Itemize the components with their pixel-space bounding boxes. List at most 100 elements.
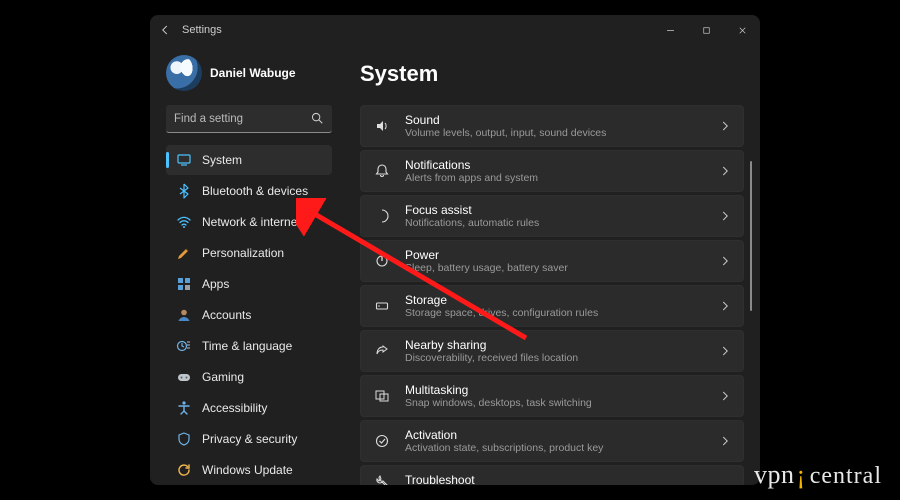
power-icon bbox=[373, 253, 391, 269]
multitask-icon bbox=[373, 388, 391, 404]
search-input[interactable] bbox=[166, 105, 332, 133]
troubleshoot-icon bbox=[373, 472, 391, 485]
notifications-icon bbox=[373, 163, 391, 179]
item-title: Notifications bbox=[405, 158, 538, 172]
chevron-right-icon bbox=[719, 300, 731, 312]
privacy-icon bbox=[176, 431, 192, 447]
item-title: Power bbox=[405, 248, 568, 262]
sound-icon bbox=[373, 118, 391, 134]
sidebar-item-personalization[interactable]: Personalization bbox=[166, 238, 332, 268]
item-desc: Volume levels, output, input, sound devi… bbox=[405, 127, 606, 140]
app-title: Settings bbox=[182, 24, 222, 36]
chevron-right-icon bbox=[719, 120, 731, 132]
share-icon bbox=[373, 343, 391, 359]
item-multitasking[interactable]: Multitasking Snap windows, desktops, tas… bbox=[360, 375, 744, 417]
sidebar-item-bluetooth[interactable]: Bluetooth & devices bbox=[166, 176, 332, 206]
item-title: Focus assist bbox=[405, 203, 539, 217]
search-icon bbox=[310, 111, 324, 125]
item-title: Storage bbox=[405, 293, 598, 307]
settings-list: Sound Volume levels, output, input, soun… bbox=[360, 105, 744, 485]
apps-icon bbox=[176, 276, 192, 292]
system-icon bbox=[176, 152, 192, 168]
sidebar-item-gaming[interactable]: Gaming bbox=[166, 362, 332, 392]
back-icon bbox=[159, 24, 171, 36]
sidebar-item-label: Gaming bbox=[202, 370, 244, 384]
sidebar-nav: System Bluetooth & devices Network & int… bbox=[166, 145, 332, 485]
item-activation[interactable]: Activation Activation state, subscriptio… bbox=[360, 420, 744, 462]
watermark: vpn¡central bbox=[754, 460, 882, 490]
chevron-right-icon bbox=[719, 435, 731, 447]
item-desc: Alerts from apps and system bbox=[405, 172, 538, 185]
item-desc: Notifications, automatic rules bbox=[405, 217, 539, 230]
item-desc: Activation state, subscriptions, product… bbox=[405, 442, 603, 455]
chevron-right-icon bbox=[719, 390, 731, 402]
maximize-button[interactable] bbox=[688, 15, 724, 45]
close-icon bbox=[737, 25, 748, 36]
watermark-part1: vpn bbox=[754, 460, 795, 490]
item-desc: Snap windows, desktops, task switching bbox=[405, 397, 592, 410]
item-desc: Discoverability, received files location bbox=[405, 352, 578, 365]
accessibility-icon bbox=[176, 400, 192, 416]
sidebar-item-label: Accounts bbox=[202, 308, 251, 322]
profile[interactable]: Daniel Wabuge bbox=[166, 49, 332, 101]
update-icon bbox=[176, 462, 192, 478]
activation-icon bbox=[373, 433, 391, 449]
watermark-divider-icon: ¡ bbox=[797, 460, 806, 490]
sidebar-item-label: Apps bbox=[202, 277, 229, 291]
sidebar-item-privacy[interactable]: Privacy & security bbox=[166, 424, 332, 454]
sidebar-item-label: Accessibility bbox=[202, 401, 267, 415]
sidebar-item-label: Personalization bbox=[202, 246, 284, 260]
sidebar-item-system[interactable]: System bbox=[166, 145, 332, 175]
chevron-right-icon bbox=[719, 345, 731, 357]
page-title: System bbox=[360, 61, 744, 87]
item-nearby-sharing[interactable]: Nearby sharing Discoverability, received… bbox=[360, 330, 744, 372]
wifi-icon bbox=[176, 214, 192, 230]
item-desc: Sleep, battery usage, battery saver bbox=[405, 262, 568, 275]
scrollbar[interactable] bbox=[750, 161, 752, 311]
back-button[interactable] bbox=[150, 15, 180, 45]
personalization-icon bbox=[176, 245, 192, 261]
gaming-icon bbox=[176, 369, 192, 385]
sidebar-item-accounts[interactable]: Accounts bbox=[166, 300, 332, 330]
chevron-right-icon bbox=[719, 255, 731, 267]
item-power[interactable]: Power Sleep, battery usage, battery save… bbox=[360, 240, 744, 282]
item-title: Troubleshoot bbox=[405, 473, 475, 485]
item-notifications[interactable]: Notifications Alerts from apps and syste… bbox=[360, 150, 744, 192]
user-name: Daniel Wabuge bbox=[210, 66, 296, 80]
bluetooth-icon bbox=[176, 183, 192, 199]
item-focus-assist[interactable]: Focus assist Notifications, automatic ru… bbox=[360, 195, 744, 237]
sidebar-item-label: Windows Update bbox=[202, 463, 293, 477]
minimize-button[interactable] bbox=[652, 15, 688, 45]
item-title: Sound bbox=[405, 113, 606, 127]
item-troubleshoot[interactable]: Troubleshoot bbox=[360, 465, 744, 485]
sidebar-item-label: Network & internet bbox=[202, 215, 301, 229]
window-controls bbox=[652, 15, 760, 45]
item-title: Activation bbox=[405, 428, 603, 442]
item-title: Nearby sharing bbox=[405, 338, 578, 352]
sidebar-item-apps[interactable]: Apps bbox=[166, 269, 332, 299]
item-storage[interactable]: Storage Storage space, drives, configura… bbox=[360, 285, 744, 327]
sidebar-item-label: Time & language bbox=[202, 339, 292, 353]
chevron-right-icon bbox=[719, 210, 731, 222]
sidebar-item-update[interactable]: Windows Update bbox=[166, 455, 332, 485]
sidebar-item-accessibility[interactable]: Accessibility bbox=[166, 393, 332, 423]
sidebar-item-label: Bluetooth & devices bbox=[202, 184, 308, 198]
sidebar-item-time-language[interactable]: Time & language bbox=[166, 331, 332, 361]
main-panel: System Sound Volume levels, output, inpu… bbox=[340, 45, 760, 485]
sidebar-item-label: System bbox=[202, 153, 242, 167]
sidebar-item-network[interactable]: Network & internet bbox=[166, 207, 332, 237]
item-title: Multitasking bbox=[405, 383, 592, 397]
item-desc: Storage space, drives, configuration rul… bbox=[405, 307, 598, 320]
item-sound[interactable]: Sound Volume levels, output, input, soun… bbox=[360, 105, 744, 147]
avatar bbox=[166, 55, 202, 91]
focus-icon bbox=[373, 208, 391, 224]
minimize-icon bbox=[665, 25, 676, 36]
storage-icon bbox=[373, 298, 391, 314]
accounts-icon bbox=[176, 307, 192, 323]
sidebar: Daniel Wabuge System Bluetooth & devices… bbox=[150, 45, 340, 485]
close-button[interactable] bbox=[724, 15, 760, 45]
titlebar: Settings bbox=[150, 15, 760, 45]
settings-window: Settings Daniel Wabuge System bbox=[150, 15, 760, 485]
search-box bbox=[166, 105, 332, 133]
content: Daniel Wabuge System Bluetooth & devices… bbox=[150, 45, 760, 485]
